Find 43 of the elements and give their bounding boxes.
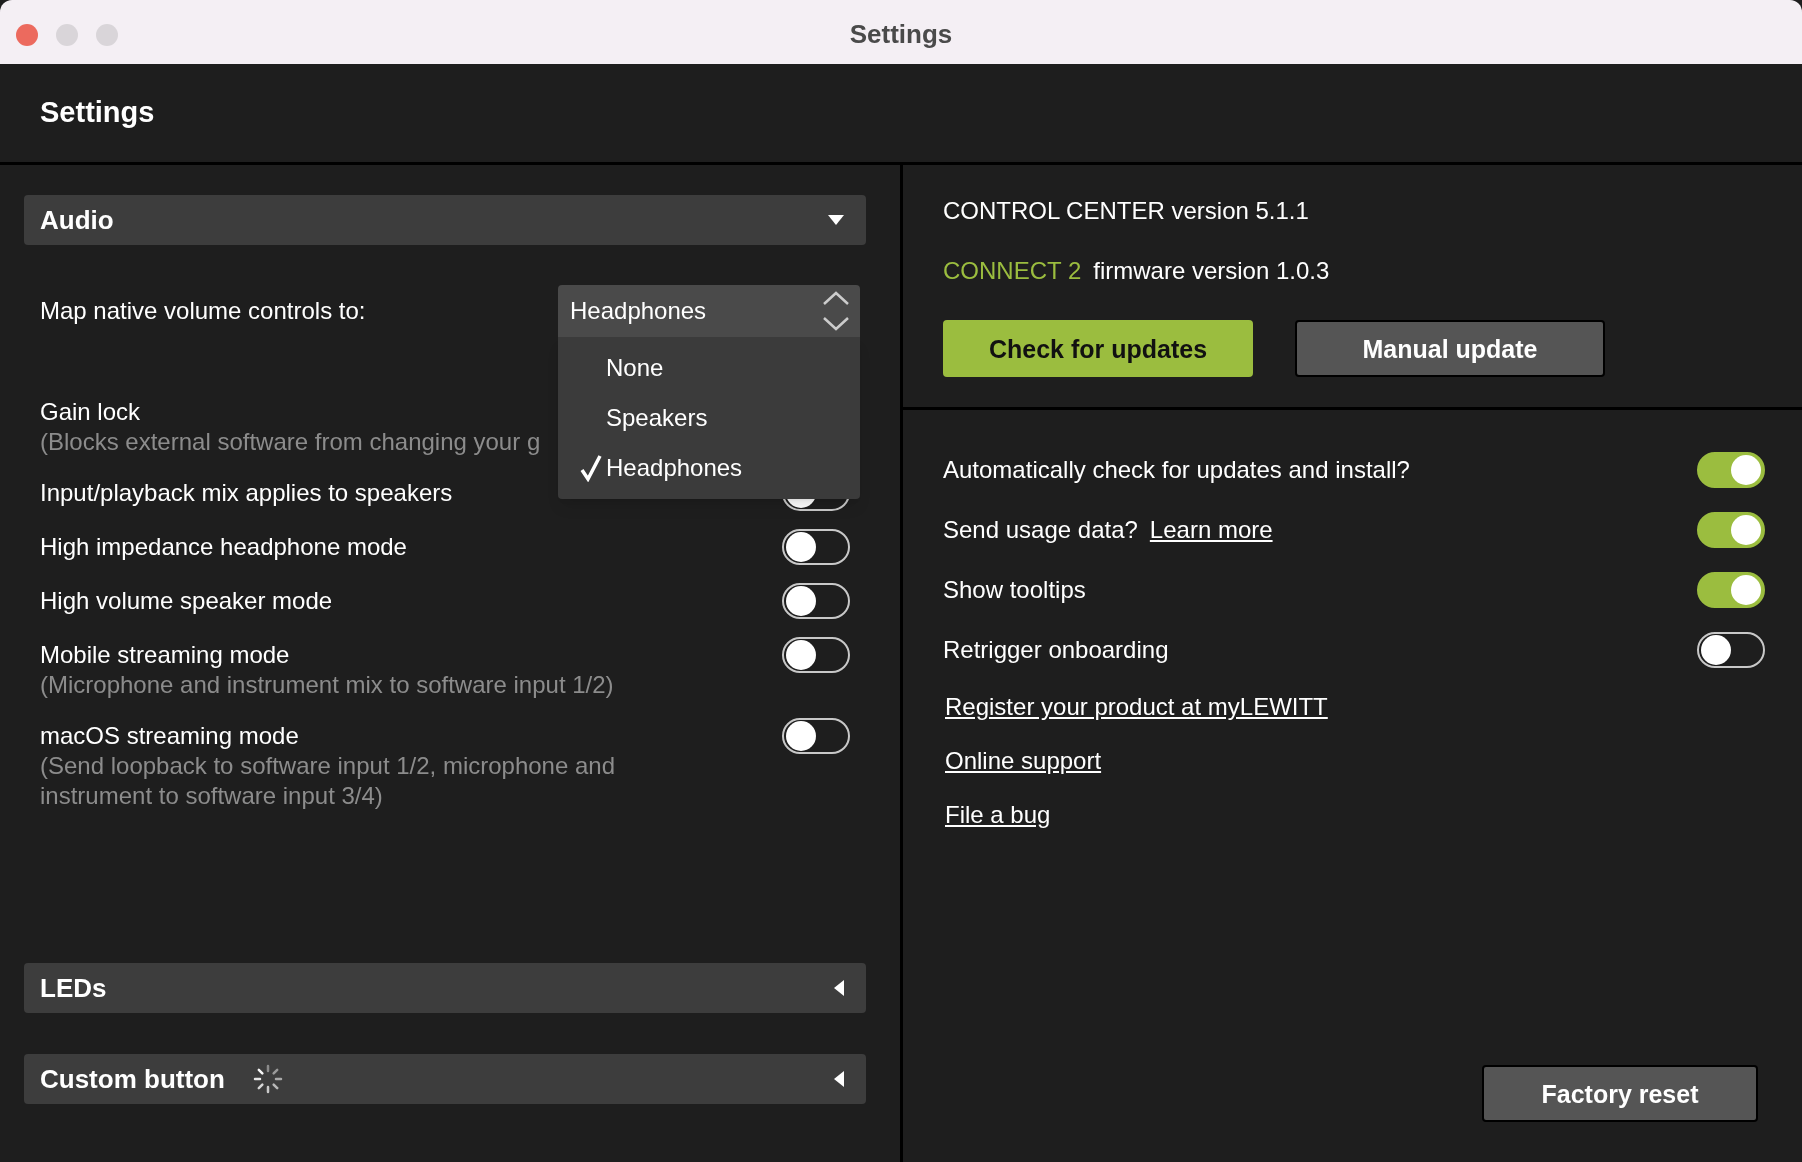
setting-label: Mobile streaming mode	[40, 640, 291, 670]
menu-item[interactable]: Headphones	[606, 450, 743, 486]
setting-label: macOS streaming mode	[40, 721, 300, 751]
section-header[interactable]: LEDs	[24, 963, 866, 1013]
setting-label: High impedance headphone mode	[40, 532, 408, 562]
toggle-switch[interactable]	[782, 583, 850, 619]
app-version: CONTROL CENTER version 5.1.1	[943, 196, 1310, 226]
setting-description: (Blocks external software from changing your g	[40, 427, 542, 457]
spinner-icon	[252, 1064, 283, 1094]
setting-label: Retrigger onboarding	[943, 635, 1169, 665]
setting-label: High volume speaker mode	[40, 586, 334, 616]
menu-item[interactable]: None	[606, 350, 664, 386]
close-button[interactable]	[16, 24, 38, 46]
section-header[interactable]: Custom button	[24, 1054, 866, 1104]
page-title: Settings	[40, 95, 155, 131]
factory-reset-button[interactable]: Factory reset	[1482, 1065, 1758, 1122]
device-name: CONNECT 2	[943, 256, 1082, 286]
setting-label: Show tooltips	[943, 575, 1086, 605]
toggle-switch[interactable]	[1697, 572, 1765, 608]
manual-update-button[interactable]: Manual update	[1295, 320, 1605, 377]
link[interactable]: Register your product at myLEWITT	[945, 692, 1328, 722]
toggle-switch[interactable]	[782, 637, 850, 673]
setting-label: Automatically check for updates and install?	[943, 455, 1410, 485]
link[interactable]: File a bug	[945, 800, 1051, 830]
firmware-version: firmware version 1.0.3	[1093, 256, 1330, 286]
window-title: Settings	[849, 17, 953, 51]
select-field[interactable]: Headphones	[558, 285, 860, 337]
toggle-switch[interactable]	[1697, 512, 1765, 548]
setting-label: Send usage data?	[943, 515, 1138, 545]
toggle-switch[interactable]	[1697, 632, 1765, 668]
check-updates-button[interactable]: Check for updates	[943, 320, 1253, 377]
setting-description: (Send loopback to software input 1/2, microphone and instrument to software input 3/4)	[40, 751, 617, 811]
setting-label: Map native volume controls to:	[40, 296, 366, 326]
toggle-switch[interactable]	[1697, 452, 1765, 488]
learn-more-link[interactable]: Learn more	[1149, 515, 1273, 545]
setting-label: Input/playback mix applies to speakers	[40, 478, 454, 508]
setting-description: (Microphone and instrument mix to software input 1/2)	[40, 670, 615, 700]
toggle-switch[interactable]	[782, 718, 850, 754]
chevron-up-down-icon	[822, 290, 850, 332]
section-header[interactable]: Audio	[24, 195, 866, 245]
link[interactable]: Online support	[945, 746, 1102, 776]
toggle-switch[interactable]	[782, 529, 850, 565]
menu-item[interactable]: Speakers	[606, 400, 708, 436]
